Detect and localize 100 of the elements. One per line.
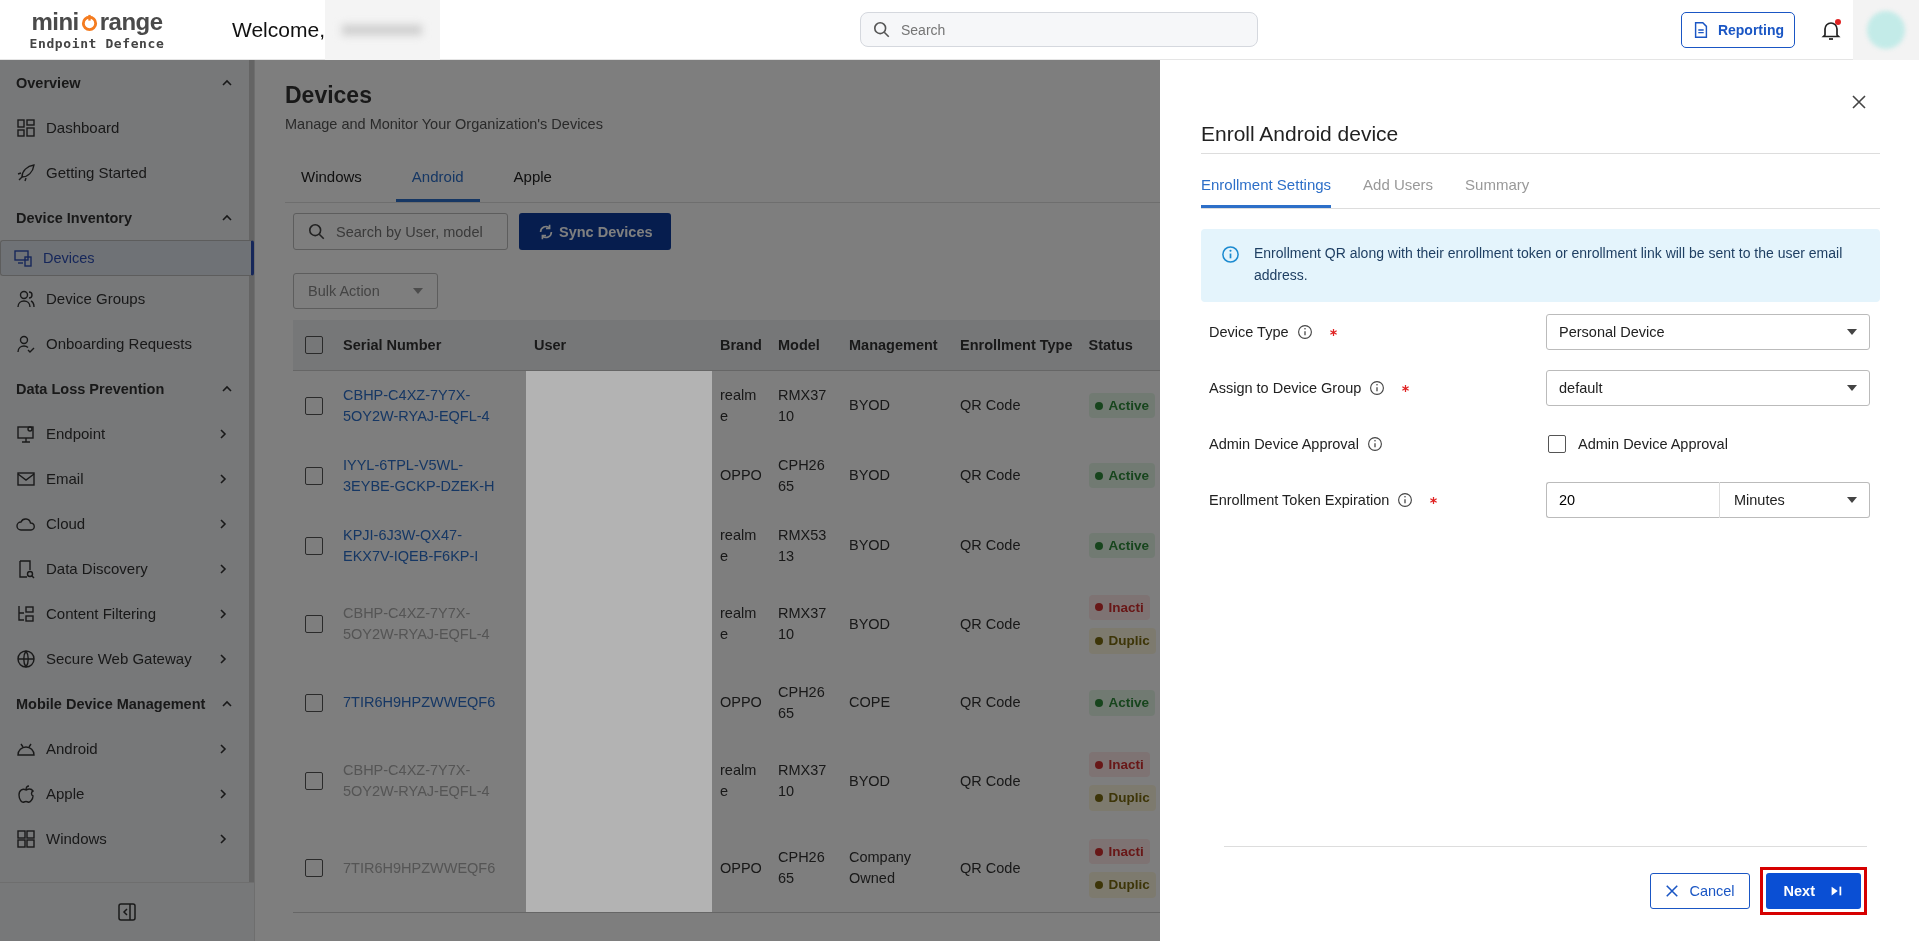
info-icon[interactable] (1366, 436, 1383, 453)
section-header[interactable]: Data Loss Prevention (0, 366, 249, 411)
bulk-action-dropdown[interactable]: Bulk Action (293, 273, 438, 309)
section-header[interactable]: Overview (0, 60, 249, 105)
close-icon (1665, 884, 1680, 898)
table-cell: QR Code (960, 397, 1021, 413)
sidebar-item[interactable]: Dashboard (0, 105, 249, 150)
tab[interactable]: Android (395, 156, 480, 202)
sidebar-item[interactable]: Secure Web Gateway (0, 636, 249, 681)
serial-link[interactable]: KPJI-6J3W-QX47-EKX7V-IQEB-F6KP-I (343, 524, 511, 567)
sidebar-item[interactable]: Email (0, 456, 249, 501)
search-icon (308, 223, 326, 241)
tab[interactable]: Apple (497, 156, 568, 202)
sidebar-item[interactable]: Getting Started (0, 150, 249, 195)
tab[interactable]: Summary (1465, 166, 1530, 208)
select-field[interactable]: default (1546, 370, 1870, 407)
drawer-title: Enroll Android device (1201, 122, 1880, 154)
table-cell-text: RMX3710 (778, 761, 828, 802)
user-check-icon (16, 333, 36, 354)
sync-devices-button[interactable]: Sync Devices (519, 213, 671, 250)
logo-text: mini (31, 8, 79, 36)
status-badge: Duplic (1088, 872, 1156, 898)
tab[interactable]: Add Users (1363, 166, 1434, 208)
cancel-button[interactable]: Cancel (1650, 873, 1750, 909)
logo-text: range (99, 8, 163, 36)
chevron-right-icon (217, 562, 229, 575)
chevron-right-icon (217, 787, 229, 800)
required-asterisk-icon (1429, 495, 1439, 505)
caret-icon (1847, 329, 1857, 336)
sidebar-item[interactable]: Onboarding Requests (0, 321, 249, 366)
select-field[interactable]: Personal Device (1546, 314, 1870, 351)
table-cell-text: realme (720, 761, 758, 802)
status-badge: Active (1088, 689, 1156, 716)
checkbox-label[interactable]: Admin Device Approval (1578, 436, 1728, 453)
checkbox[interactable] (305, 772, 323, 791)
info-icon[interactable] (1369, 380, 1386, 397)
sidebar-item[interactable]: Windows (0, 816, 249, 861)
windows-icon (16, 828, 36, 849)
reporting-button[interactable]: Reporting (1680, 11, 1795, 48)
tab[interactable]: Enrollment Settings (1201, 166, 1332, 208)
sidebar-item[interactable]: Apple (0, 771, 249, 816)
table-cell-text: RMX5313 (778, 525, 828, 566)
doc-search-icon (16, 558, 36, 579)
tab[interactable]: Windows (285, 156, 378, 202)
column-header: User (534, 336, 567, 353)
notification-bell-icon[interactable] (1819, 17, 1843, 42)
sidebar-item[interactable]: Data Discovery (0, 546, 249, 591)
page-title: Devices (285, 82, 372, 109)
search-field[interactable]: Search by User, model (293, 213, 508, 250)
status-badge: Active (1088, 532, 1156, 559)
status-badge: Inacti (1088, 751, 1150, 778)
next-button[interactable]: Next (1765, 873, 1861, 909)
collapse-sidebar-icon[interactable] (117, 902, 137, 922)
checkbox[interactable] (305, 466, 323, 485)
column-header: Serial Number (343, 336, 442, 353)
sidebar-item[interactable]: Device Groups (0, 276, 249, 321)
sidebar-item[interactable]: Cloud (0, 501, 249, 546)
checkbox[interactable] (305, 615, 323, 634)
info-icon[interactable] (1296, 324, 1313, 341)
sidebar-item[interactable]: Content Filtering (0, 591, 249, 636)
column-header: Brand (720, 336, 762, 353)
checkbox[interactable] (305, 536, 323, 555)
logo-tagline: Endpoint Defence (29, 36, 165, 51)
checkbox[interactable] (305, 335, 323, 354)
table-cell-text: realme (720, 604, 758, 645)
column-header: Management (849, 336, 938, 353)
table-cell-text: realme (720, 525, 758, 566)
sidebar-item[interactable]: Devices (0, 240, 254, 276)
close-icon[interactable] (1851, 94, 1867, 110)
checkbox[interactable] (305, 859, 323, 878)
serial-link[interactable]: 7TIR6H9HPZWWEQF6 (343, 692, 511, 714)
info-text: Enrollment QR along with their enrollment token or enrollment link will be sent to the user email address. (1254, 244, 1844, 285)
sidebar-item[interactable]: Endpoint (0, 411, 249, 456)
table-cell-text: OPPO (720, 693, 762, 713)
chevron-right-icon (217, 832, 229, 845)
checkbox[interactable] (1548, 435, 1566, 454)
table-cell: QR Code (960, 859, 1021, 876)
info-icon[interactable] (1397, 492, 1414, 509)
status-badge: Duplic (1088, 785, 1156, 811)
required-asterisk-icon (1328, 327, 1338, 337)
devices-icon (13, 248, 33, 268)
table-cell: QR Code (960, 772, 1021, 789)
monitor-icon (16, 423, 36, 444)
sidebar-item[interactable]: Android (0, 726, 249, 771)
globe-icon (16, 648, 36, 669)
section-header[interactable]: Device Inventory (0, 195, 249, 240)
table-cell: QR Code (960, 537, 1021, 554)
checkbox[interactable] (305, 396, 323, 415)
number-field[interactable]: 20 (1546, 482, 1720, 519)
table-cell-text: CPH2665 (778, 455, 826, 496)
unit-select[interactable]: Minutes (1720, 482, 1870, 519)
table-cell: BYOD (849, 537, 891, 554)
serial-link[interactable]: IYYL-6TPL-V5WL-3EYBE-GCKP-DZEK-H (343, 454, 511, 497)
field-label: Admin Device Approval (1209, 436, 1359, 453)
serial-link[interactable]: CBHP-C4XZ-7Y7X-5OY2W-RYAJ-EQFL-4 (343, 384, 511, 427)
chevron-right-icon (217, 427, 229, 440)
search-field[interactable]: Search (860, 12, 1258, 47)
table-cell: BYOD (849, 772, 891, 789)
checkbox[interactable] (305, 693, 323, 712)
section-header[interactable]: Mobile Device Management (0, 681, 249, 726)
